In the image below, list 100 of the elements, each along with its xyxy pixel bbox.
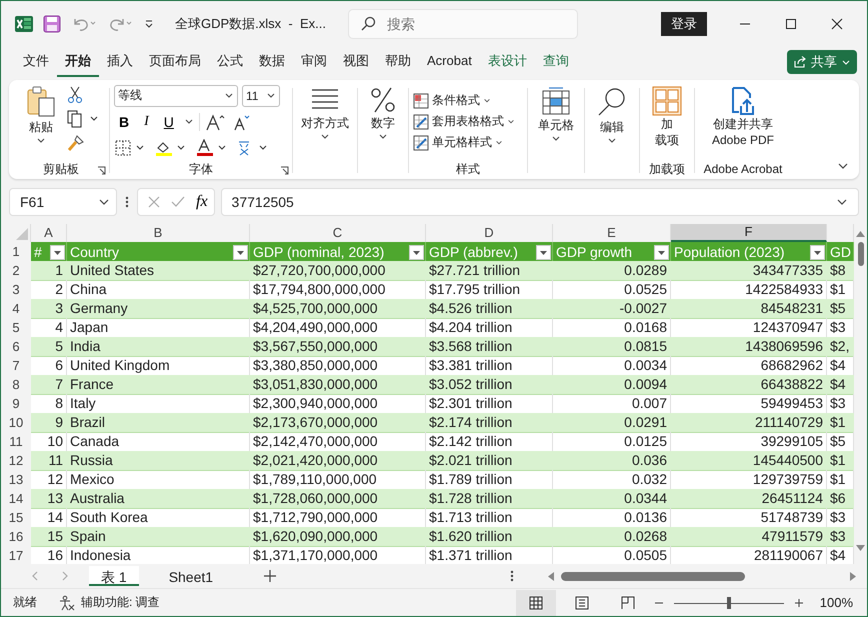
- scroll-right-icon[interactable]: [849, 572, 857, 581]
- filter-dropdown-icon[interactable]: [409, 244, 424, 260]
- filter-dropdown-icon[interactable]: [810, 244, 825, 260]
- row-number[interactable]: 2: [1, 261, 31, 282]
- bold-button[interactable]: B: [114, 114, 134, 130]
- font-size-combobox[interactable]: 11: [242, 84, 280, 107]
- dialog-launcher-icon[interactable]: [280, 166, 289, 176]
- row-number[interactable]: 6: [1, 337, 31, 358]
- table-cell: $3,567,550,000,000: [250, 337, 426, 358]
- scrollbar-thumb[interactable]: [858, 242, 864, 266]
- row-number[interactable]: 15: [1, 508, 31, 528]
- ribbon-tab[interactable]: 公式: [209, 48, 251, 77]
- scroll-down-icon[interactable]: [856, 544, 865, 552]
- cells-button[interactable]: 单元格: [535, 84, 577, 145]
- table-cell: $4.526 trillion: [426, 299, 553, 320]
- ribbon-tab[interactable]: 开始: [57, 48, 99, 77]
- copy-icon[interactable]: [67, 110, 99, 128]
- login-button[interactable]: 登录: [661, 12, 707, 36]
- sheet-tab[interactable]: Sheet1: [156, 566, 226, 586]
- zoom-slider[interactable]: [674, 596, 784, 610]
- table-cell: Germany: [67, 299, 250, 320]
- close-icon[interactable]: [830, 16, 844, 31]
- alignment-button[interactable]: 对齐方式: [298, 84, 352, 143]
- formula-field[interactable]: 37712505: [220, 188, 859, 216]
- row-number[interactable]: 7: [1, 356, 31, 376]
- name-box[interactable]: F61: [9, 188, 117, 216]
- row-number[interactable]: 13: [1, 470, 31, 490]
- add-sheet-icon[interactable]: [263, 569, 278, 584]
- filter-dropdown-icon[interactable]: [536, 244, 551, 260]
- ribbon-tab[interactable]: 查询: [534, 48, 577, 77]
- table-cell: 26451124: [671, 489, 827, 510]
- row-number[interactable]: 3: [1, 280, 31, 300]
- scroll-left-icon[interactable]: [547, 572, 555, 581]
- row-number[interactable]: 10: [1, 413, 31, 434]
- row-number[interactable]: 12: [1, 451, 31, 472]
- ribbon-tab[interactable]: 文件: [15, 48, 57, 77]
- filter-dropdown-icon[interactable]: [50, 244, 65, 260]
- zoom-level[interactable]: 100%: [820, 595, 853, 610]
- create-pdf-button[interactable]: 创建并共享 Adobe PDF: [708, 84, 778, 150]
- ribbon-tab[interactable]: 数据: [251, 48, 293, 77]
- cut-icon[interactable]: [67, 86, 83, 104]
- style-menu-button[interactable]: 条件格式: [413, 92, 523, 110]
- quick-access-menu-icon[interactable]: [143, 18, 155, 30]
- row-number[interactable]: 8: [1, 375, 31, 396]
- ribbon-tab[interactable]: 审阅: [293, 48, 335, 77]
- table-cell: $8: [827, 261, 854, 282]
- insert-function-button[interactable]: fx: [194, 193, 210, 212]
- paste-button[interactable]: 粘贴: [23, 84, 59, 147]
- format-painter-icon[interactable]: [67, 134, 85, 152]
- style-menu-button[interactable]: 单元格样式: [413, 134, 523, 152]
- caret-icon: [378, 132, 388, 141]
- row-number[interactable]: 16: [1, 527, 31, 548]
- grow-font-icon[interactable]: [204, 112, 227, 131]
- filter-dropdown-icon[interactable]: [654, 244, 669, 260]
- caret-icon[interactable]: [184, 118, 194, 126]
- row-number[interactable]: 17: [1, 546, 31, 564]
- column-letter[interactable]: F: [671, 224, 827, 242]
- accessibility-status[interactable]: 辅助功能: 调查: [81, 594, 160, 612]
- scroll-up-icon[interactable]: [856, 230, 865, 238]
- font-name-combobox[interactable]: 等线: [114, 84, 238, 107]
- ribbon-tab[interactable]: 插入: [99, 48, 141, 77]
- row-number[interactable]: 5: [1, 318, 31, 338]
- row-number[interactable]: 1: [1, 242, 31, 262]
- group-label: Adobe Acrobat: [704, 162, 782, 176]
- ribbon-tab[interactable]: 视图: [335, 48, 377, 77]
- row-number[interactable]: 9: [1, 394, 31, 414]
- zoom-slider-thumb[interactable]: [726, 596, 731, 609]
- accessibility-icon[interactable]: [59, 594, 75, 611]
- sheet-tab[interactable]: 表 1: [89, 566, 139, 586]
- editing-button[interactable]: 编辑: [593, 84, 631, 147]
- ribbon-tab[interactable]: 表设计: [480, 48, 535, 77]
- collapse-ribbon-icon[interactable]: [837, 161, 849, 172]
- column-heading: #: [34, 244, 42, 260]
- table-cell: $2,021,420,000,000: [250, 451, 426, 472]
- shrink-font-icon[interactable]: [232, 112, 252, 131]
- add-ins-button[interactable]: 加 载项: [649, 84, 685, 150]
- maximize-icon[interactable]: [784, 16, 798, 31]
- style-menu-button[interactable]: 套用表格格式: [413, 113, 523, 130]
- italic-button[interactable]: I: [139, 114, 154, 130]
- underline-button[interactable]: U: [158, 114, 179, 130]
- zoom-in-icon[interactable]: [794, 598, 804, 608]
- ribbon-tab[interactable]: 页面布局: [141, 48, 209, 77]
- dialog-launcher-icon[interactable]: [97, 166, 106, 176]
- table-cell: $3.052 trillion: [426, 375, 553, 396]
- ribbon-tab[interactable]: 帮助: [377, 48, 419, 77]
- ribbon-tab[interactable]: Acrobat: [419, 49, 480, 76]
- number-format-button[interactable]: 数字: [366, 84, 400, 143]
- save-icon[interactable]: [43, 14, 61, 33]
- share-button[interactable]: 共享: [787, 50, 857, 74]
- scrollbar-thumb[interactable]: [561, 572, 745, 581]
- table-cell: 9: [31, 413, 67, 434]
- expand-icon[interactable]: [836, 197, 848, 208]
- table-cell: 0.0815: [553, 337, 671, 358]
- row-number[interactable]: 14: [1, 489, 31, 510]
- row-number[interactable]: 4: [1, 299, 31, 320]
- search-field[interactable]: 搜索: [348, 8, 578, 39]
- table-cell: France: [67, 375, 250, 396]
- row-number[interactable]: 11: [1, 432, 31, 452]
- filter-dropdown-icon[interactable]: [233, 244, 248, 260]
- view-button[interactable]: [516, 590, 556, 616]
